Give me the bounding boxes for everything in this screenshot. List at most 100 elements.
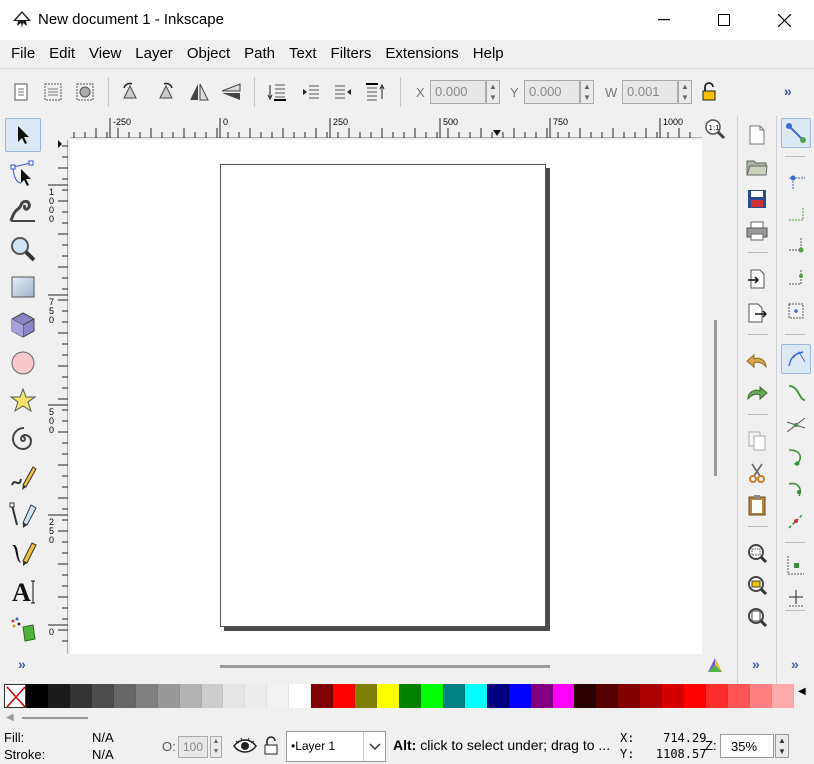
open-button[interactable] [744, 154, 770, 180]
snap-rotation-centers-toggle[interactable] [781, 582, 811, 612]
opacity-field[interactable]: 100 [178, 736, 208, 758]
zoom-tool[interactable] [5, 232, 41, 266]
menu-file[interactable]: File [4, 40, 42, 68]
raise-to-top-button[interactable] [362, 79, 388, 105]
palette-swatch[interactable] [420, 684, 443, 708]
snap-bbox-centers-toggle[interactable] [781, 296, 811, 326]
palette-scrollbar[interactable] [22, 717, 88, 719]
snap-bbox-corners-toggle[interactable] [781, 232, 811, 262]
fill-value[interactable]: N/A [92, 730, 114, 745]
palette-scroll-left[interactable]: ◀ [6, 712, 14, 723]
print-button[interactable] [744, 218, 770, 244]
snap-more-button[interactable]: » [791, 656, 799, 672]
palette-swatch[interactable] [508, 684, 531, 708]
palette-swatch[interactable] [684, 684, 707, 708]
snap-midpoints-toggle[interactable] [781, 506, 811, 536]
palette-swatch[interactable] [618, 684, 641, 708]
current-layer-dropdown[interactable]: •Layer 1 [286, 731, 386, 762]
save-button[interactable] [744, 186, 770, 212]
menu-path[interactable]: Path [237, 40, 282, 68]
lock-proportions-button[interactable] [696, 79, 722, 105]
palette-swatch[interactable] [333, 684, 356, 708]
snap-intersections-toggle[interactable] [781, 410, 811, 440]
selector-tool[interactable] [5, 118, 41, 152]
horizontal-scroll-thumb[interactable] [220, 665, 550, 668]
zoom-1-to-1-button[interactable]: 1:1 [704, 118, 726, 140]
no-paint-swatch[interactable] [4, 684, 26, 708]
close-button[interactable] [754, 0, 814, 40]
minimize-button[interactable] [634, 0, 694, 40]
snap-smooth-nodes-toggle[interactable] [781, 474, 811, 504]
palette-swatch[interactable] [157, 684, 180, 708]
vertical-scrollbar[interactable] [704, 140, 732, 654]
menu-object[interactable]: Object [180, 40, 237, 68]
horizontal-ruler[interactable]: -250 0 250 500 750 1000 [70, 116, 702, 138]
ellipse-tool[interactable] [5, 346, 41, 380]
snap-bounding-box-toggle[interactable] [781, 166, 811, 196]
palette-swatch[interactable] [464, 684, 487, 708]
palette-swatch[interactable] [706, 684, 728, 708]
rotate-ccw-button[interactable] [118, 79, 144, 105]
menu-view[interactable]: View [82, 40, 128, 68]
zoom-selection-button[interactable] [744, 540, 770, 566]
menu-help[interactable]: Help [466, 40, 511, 68]
palette-swatch[interactable] [223, 684, 246, 708]
star-tool[interactable] [5, 384, 41, 418]
pen-tool[interactable] [5, 498, 41, 532]
menu-edit[interactable]: Edit [42, 40, 82, 68]
tweak-tool[interactable] [5, 194, 41, 228]
raise-button[interactable] [330, 79, 356, 105]
select-all-button[interactable] [8, 79, 34, 105]
palette-swatch[interactable] [47, 684, 70, 708]
palette-swatch[interactable] [311, 684, 334, 708]
palette-swatch[interactable] [267, 684, 290, 708]
snap-paths-toggle[interactable] [781, 378, 811, 408]
document-page[interactable] [220, 164, 546, 627]
palette-swatch[interactable] [179, 684, 202, 708]
palette-swatch[interactable] [91, 684, 114, 708]
drawing-canvas[interactable] [70, 140, 702, 654]
zoom-spinner[interactable]: ▲ ▼ [775, 734, 789, 758]
export-button[interactable] [744, 300, 770, 326]
x-field[interactable]: 0.000 [430, 80, 486, 104]
palette-swatch[interactable] [574, 684, 597, 708]
palette-swatch[interactable] [530, 684, 553, 708]
y-field[interactable]: 0.000 [524, 80, 580, 104]
palette-swatch[interactable] [26, 684, 48, 708]
import-button[interactable] [744, 266, 770, 292]
palette-swatch[interactable] [728, 684, 750, 708]
spiral-tool[interactable] [5, 422, 41, 456]
commandbar-more-button[interactable]: » [784, 83, 792, 99]
copy-button[interactable] [744, 428, 770, 454]
snap-nodes-toggle[interactable] [781, 344, 811, 374]
layer-dropdown-arrow[interactable] [363, 732, 385, 761]
cut-button[interactable] [744, 460, 770, 486]
palette-menu-arrow[interactable]: ◀ [798, 686, 806, 697]
palette-swatch[interactable] [662, 684, 685, 708]
palette-swatch[interactable] [596, 684, 619, 708]
invert-selection-button[interactable] [72, 79, 98, 105]
layer-lock-toggle[interactable] [262, 735, 280, 757]
zoom-field[interactable]: 35% [720, 734, 774, 758]
palette-swatch[interactable] [201, 684, 224, 708]
node-tool[interactable] [5, 156, 41, 190]
palette-swatch[interactable] [135, 684, 158, 708]
palette-swatch[interactable] [377, 684, 399, 708]
menu-text[interactable]: Text [282, 40, 324, 68]
palette-swatch[interactable] [749, 684, 772, 708]
x-spinner[interactable]: ▲ ▼ [486, 80, 500, 104]
snap-bbox-midpoints-toggle[interactable] [781, 264, 811, 294]
palette-swatch[interactable] [113, 684, 136, 708]
maximize-button[interactable] [694, 0, 754, 40]
spray-tool[interactable] [5, 612, 41, 646]
3d-box-tool[interactable] [5, 308, 41, 342]
menu-extensions[interactable]: Extensions [378, 40, 465, 68]
snap-cusp-nodes-toggle[interactable] [781, 442, 811, 472]
palette-swatch[interactable] [552, 684, 575, 708]
lower-button[interactable] [298, 79, 324, 105]
redo-button[interactable] [744, 380, 770, 406]
vertical-ruler[interactable]: 1000 750 500 250 0 [46, 140, 68, 654]
layer-visibility-toggle[interactable] [232, 735, 258, 757]
palette-swatch[interactable] [771, 684, 794, 708]
palette-swatch[interactable] [398, 684, 421, 708]
